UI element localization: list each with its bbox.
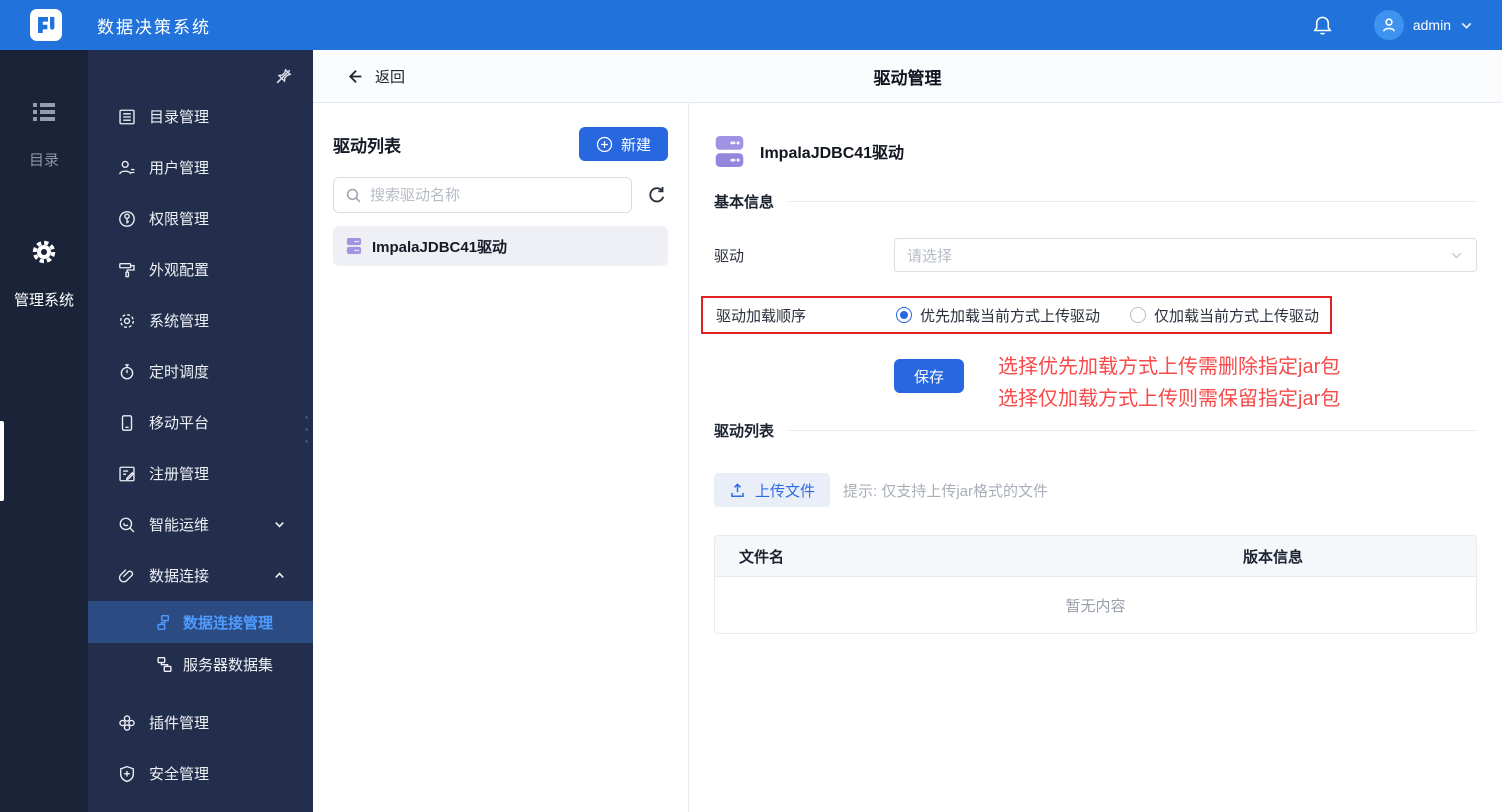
account-chevron-down-icon[interactable] [1459,18,1474,33]
app-title: 数据决策系统 [97,17,211,37]
rail-item-label: 目录 [28,152,59,169]
plus-circle-icon [596,136,613,153]
driver-detail-title: ImpalaJDBC41驱动 [760,145,905,162]
new-driver-button[interactable]: 新建 [578,127,668,161]
menu-item-data-connection[interactable]: 数据连接 [88,550,313,601]
user-icon [118,159,136,177]
column-version: 版本信息 [1243,548,1304,566]
menu-item-intelligent-ops[interactable]: 智能运维 [88,499,313,550]
driver-item-name: ImpalaJDBC41驱动 [372,238,508,256]
menu-item-appearance-config[interactable]: 外观配置 [88,244,313,295]
admin-menu: 目录管理 用户管理 权限管理 外观配置 系统管理 定时调度 移动平台 注册管理 … [88,50,313,799]
database-icon [346,237,362,255]
key-icon [118,210,136,228]
menu-item-server-dataset[interactable]: 服务器数据集 [88,643,313,685]
back-arrow-icon [345,67,364,86]
admin-sidebar: 目录管理 用户管理 权限管理 外观配置 系统管理 定时调度 移动平台 注册管理 … [88,50,313,812]
driver-field-label: 驱动 [714,247,745,265]
database-icon-large [714,134,745,169]
upload-icon [729,482,746,499]
red-annotations: 选择优先加载方式上传需删除指定jar包 选择仅加载方式上传则需保留指定jar包 [998,357,1340,410]
section-basic-info: 基本信息 [714,194,775,211]
back-button[interactable]: 返回 [345,66,405,87]
directory-list-icon [31,99,57,125]
radio-selected-icon[interactable] [896,307,912,323]
unpin-sidebar-icon[interactable] [271,64,295,88]
driver-select[interactable]: 请选择 [894,238,1477,272]
paint-roller-icon [118,261,136,279]
rail-item-directory[interactable]: 目录 [0,50,88,170]
app-logo-icon [30,9,62,41]
shield-plus-icon [118,765,136,783]
mobile-phone-icon [118,414,136,432]
annotation-line-2: 选择仅加载方式上传则需保留指定jar包 [998,388,1341,410]
driver-list-panel: 驱动列表 新建 ImpalaJDBC41驱动 [313,103,689,812]
search-icon [345,187,362,204]
column-filename: 文件名 [739,548,785,566]
load-order-annotation-box: 驱动加载顺序 优先加载当前方式上传驱动 仅加载当前方式上传驱动 [701,296,1332,334]
driver-file-table: 文件名 版本信息 暂无内容 [714,535,1477,634]
dataset-nodes-icon [155,655,173,673]
search-driver-input[interactable] [370,186,620,204]
select-chevron-down-icon [1449,248,1464,263]
puzzle-icon [118,714,136,732]
gear-icon [118,312,136,330]
annotation-line-1: 选择优先加载方式上传需删除指定jar包 [998,356,1341,378]
topbar: 数据决策系统 admin [0,0,1502,50]
radio-load-only[interactable]: 仅加载当前方式上传驱动 [1130,305,1319,326]
menu-item-system-mgmt[interactable]: 系统管理 [88,295,313,346]
active-indicator [0,421,4,501]
menu-item-security-mgmt[interactable]: 安全管理 [88,748,313,799]
table-empty-state: 暂无内容 [1065,597,1126,615]
section-driver-list: 驱动列表 [714,423,775,440]
save-button[interactable]: 保存 [894,359,964,393]
radio-load-priority[interactable]: 优先加载当前方式上传驱动 [896,305,1100,326]
divider [789,201,1477,202]
stopwatch-icon [118,363,136,381]
menu-item-data-connection-mgmt[interactable]: 数据连接管理 [88,601,313,643]
magnifier-wrench-icon [118,516,136,534]
menu-item-user-mgmt[interactable]: 用户管理 [88,142,313,193]
rail-item-label: 管理系统 [13,292,74,309]
connection-nodes-icon [155,613,173,631]
menu-item-catalog-mgmt[interactable]: 目录管理 [88,91,313,142]
chevron-up-icon [272,568,287,583]
menu-item-scheduler[interactable]: 定时调度 [88,346,313,397]
table-header-row: 文件名 版本信息 [715,536,1476,577]
username-label[interactable]: admin [1413,17,1451,33]
notification-bell-icon[interactable] [1310,12,1336,38]
menu-item-plugin-mgmt[interactable]: 插件管理 [88,697,313,748]
page-title: 驱动管理 [873,68,942,88]
menu-item-permission-mgmt[interactable]: 权限管理 [88,193,313,244]
menu-item-registration-mgmt[interactable]: 注册管理 [88,448,313,499]
upload-hint: 提示: 仅支持上传jar格式的文件 [843,482,1049,500]
gear-icon [31,239,57,265]
search-driver-box [333,177,632,213]
upload-file-button[interactable]: 上传文件 [714,473,831,507]
user-avatar[interactable] [1373,10,1404,40]
refresh-icon[interactable] [644,183,668,207]
radio-unselected-icon[interactable] [1130,307,1147,323]
driver-list-title: 驱动列表 [333,136,401,156]
driver-list-item[interactable]: ImpalaJDBC41驱动 [333,226,668,266]
divider [789,430,1477,431]
rail-item-admin-system[interactable]: 管理系统 [0,239,88,501]
chevron-down-icon [272,517,287,532]
document-pen-icon [118,465,136,483]
menu-item-mobile-platform[interactable]: 移动平台 [88,397,313,448]
paperclip-icon [118,567,136,585]
page-header: 返回 驱动管理 [313,50,1502,103]
driver-detail-panel: ImpalaJDBC41驱动 基本信息 驱动 请选择 驱动加载顺序 优先加载当前… [690,103,1502,812]
nav-rail: 目录 管理系统 [0,50,88,812]
document-list-icon [118,108,136,126]
load-order-label: 驱动加载顺序 [716,307,807,325]
